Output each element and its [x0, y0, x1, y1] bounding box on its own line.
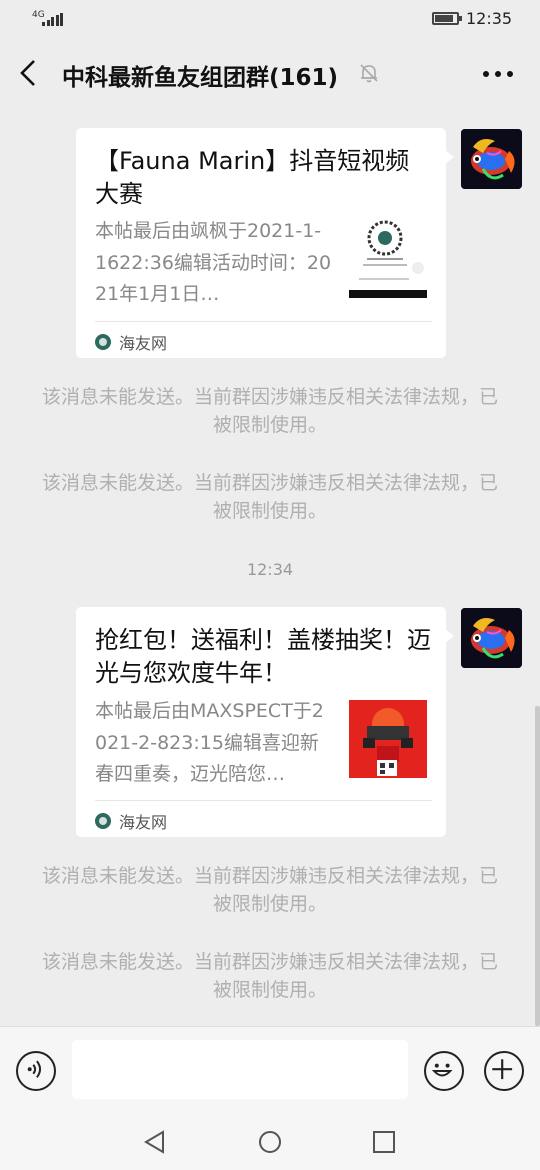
input-bar [0, 1026, 540, 1114]
card-thumbnail [349, 220, 427, 298]
signal-icon: 4G [32, 10, 63, 28]
card-title: 【Fauna Marin】抖音短视频大赛 [95, 147, 410, 208]
card-source: 海友网 [95, 330, 167, 354]
avatar[interactable] [461, 129, 522, 189]
source-name: 海友网 [119, 813, 168, 832]
card-title: 抢红包！送福利！盖楼抽奖！迈光与您欢度牛年！ [95, 626, 431, 687]
nav-recents-button[interactable] [370, 1128, 398, 1156]
back-button[interactable] [14, 56, 44, 90]
message-input[interactable] [72, 1040, 408, 1099]
system-notice: 该消息未能发送。当前群因涉嫌违反相关法律法规，已被限制使用。 [41, 865, 498, 915]
plus-button[interactable] [484, 1051, 524, 1091]
nav-home-button[interactable] [256, 1128, 284, 1156]
mandarin-fish-avatar-icon [461, 608, 522, 668]
card-divider [95, 321, 432, 322]
card-thumbnail [349, 700, 427, 778]
card-source: 海友网 [95, 809, 167, 833]
mandarin-fish-avatar-icon [461, 129, 522, 189]
system-notice: 该消息未能发送。当前群因涉嫌违反相关法律法规，已被限制使用。 [41, 386, 498, 436]
link-card[interactable]: 【Fauna Marin】抖音短视频大赛 本帖最后由飒枫于2021-1-1622… [76, 128, 454, 358]
status-time: 12:35 [466, 9, 513, 28]
status-bar: 4G 12:35 [0, 0, 540, 40]
card-divider [95, 800, 432, 801]
nav-back-button[interactable] [141, 1128, 169, 1156]
card-description: 本帖最后由飒枫于2021-1-1622:36编辑活动时间：2021年1月1日… [95, 220, 332, 305]
source-name: 海友网 [119, 334, 168, 353]
plus-icon [492, 1059, 513, 1080]
scrollbar[interactable] [535, 706, 540, 1026]
system-navigation-bar [0, 1114, 540, 1170]
voice-button[interactable] [16, 1051, 56, 1091]
chevron-left-icon [20, 60, 35, 86]
voice-icon [27, 1060, 42, 1078]
chat-header: 中科最新鱼友组团群(161) [0, 40, 540, 106]
battery-icon [432, 12, 462, 25]
system-notice: 该消息未能发送。当前群因涉嫌违反相关法律法规，已被限制使用。 [41, 951, 498, 1001]
more-button[interactable] [480, 62, 516, 86]
emoji-button[interactable] [424, 1051, 464, 1091]
chat-title: 中科最新鱼友组团群(161) [62, 65, 339, 91]
link-card[interactable]: 抢红包！送福利！盖楼抽奖！迈光与您欢度牛年！ 本帖最后由MAXSPECT于202… [76, 607, 454, 837]
bell-off-icon [360, 64, 378, 83]
emoji-icon [431, 1063, 453, 1077]
source-logo-icon [95, 813, 111, 829]
qr-poster-image [349, 220, 427, 298]
timestamp: 12:34 [246, 560, 294, 579]
system-notice: 该消息未能发送。当前群因涉嫌违反相关法律法规，已被限制使用。 [41, 472, 498, 522]
red-envelope-poster-image [349, 700, 427, 778]
avatar[interactable] [461, 608, 522, 668]
source-logo-icon [95, 334, 111, 350]
card-description: 本帖最后由MAXSPECT于2021-2-823:15编辑喜迎新春四重奏，迈光陪… [95, 700, 324, 785]
